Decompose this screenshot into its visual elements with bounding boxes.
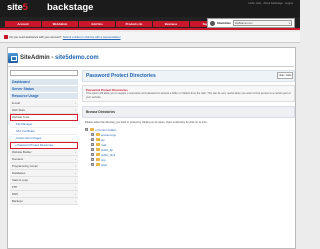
tree-item-label[interactable]: / (Current Folder) [95, 128, 116, 132]
browse-instructions: Please select the directory you wish to … [85, 121, 208, 124]
description-text: This option will allow you to require a … [86, 92, 291, 99]
tree-item-label[interactable]: www [101, 163, 107, 167]
chevron-right-icon: › [75, 192, 76, 196]
chevron-right-icon: › [75, 150, 76, 154]
sidebar-item[interactable]: Databases › [10, 170, 78, 177]
sidebar-item[interactable]: Domains › [10, 156, 78, 163]
folder-icon[interactable] [95, 133, 100, 136]
expand-icon[interactable]: + [91, 158, 94, 161]
sidebar-subitem[interactable]: File Manager [10, 121, 78, 128]
sidebar-item-label: Website Tools [12, 115, 30, 119]
tree-item-label[interactable]: public_html [101, 153, 115, 157]
nav-tab[interactable]: Business [153, 21, 189, 27]
expand-icon[interactable]: + [91, 138, 94, 141]
sidebar-item-label: Web Stats [12, 108, 25, 112]
brand-logo[interactable]: site5 [7, 3, 28, 13]
help-button[interactable]: Help / Hide [277, 72, 293, 79]
folder-icon[interactable] [89, 128, 94, 131]
sidebar-item-label: Stats & Logs [12, 178, 28, 182]
divider [8, 66, 294, 67]
folder-icon[interactable] [95, 158, 100, 161]
sidebar-item[interactable]: E-mail › [10, 100, 78, 107]
sidebar-section-link[interactable]: Dashboard [10, 79, 78, 86]
support-notice: Do you need assistance with your account… [0, 32, 300, 43]
folder-icon[interactable] [95, 148, 100, 151]
tree-item-label[interactable]: access-logs [101, 133, 116, 137]
sidebar-item[interactable]: Backups › [10, 198, 78, 205]
nav-tab[interactable]: Products Ho [116, 21, 152, 27]
expand-icon[interactable]: + [91, 153, 94, 156]
chevron-right-icon: › [75, 185, 76, 189]
sidebar-item-label: Domains [12, 157, 24, 161]
domain-select[interactable]: site5demo.com ▾ [232, 20, 292, 26]
nav-tab[interactable]: Add Ons [79, 21, 115, 27]
sidebar: Dashboard Server Status Resource Usage E-m… [10, 70, 78, 205]
sidebar-item-label: Website Builder [12, 150, 32, 154]
page-header: SiteAdmin - site5demo.com [8, 52, 99, 64]
nav-tab[interactable]: WebAdmin [42, 21, 78, 27]
chevron-right-icon: › [75, 157, 76, 161]
tree-item-label[interactable]: etc [101, 138, 105, 142]
user-label: SiteAdmin [217, 21, 231, 25]
top-links[interactable]: Hello, User · About backstage · Logout [248, 2, 293, 5]
directory-tree: + / (Current Folder) + access-logs + etc + mail… [85, 127, 116, 167]
main-panel: Password Protect Directories Help / Hide… [82, 70, 295, 249]
page-title: SiteAdmin - site5demo.com [20, 55, 99, 61]
sidebar-item-label: Programming Center [12, 164, 38, 168]
expand-icon[interactable]: + [91, 133, 94, 136]
sidebar-item-label: Backups [12, 199, 23, 203]
user-icon [210, 20, 215, 26]
expand-icon[interactable]: + [91, 148, 94, 151]
sidebar-item[interactable]: Website Builder › [10, 149, 78, 156]
chevron-right-icon: › [75, 115, 76, 119]
sidebar-section-link[interactable]: Server Status [10, 86, 78, 93]
nav-tab[interactable]: Account [5, 21, 41, 27]
expand-icon[interactable]: + [91, 143, 94, 146]
sidebar-search-input[interactable] [10, 70, 78, 76]
expand-icon[interactable]: + [85, 128, 88, 131]
expand-icon[interactable]: + [91, 163, 94, 166]
sidebar-section-link[interactable]: Resource Usage [10, 93, 78, 100]
folder-icon[interactable] [95, 138, 100, 141]
chevron-right-icon: › [75, 101, 76, 105]
sidebar-item[interactable]: Website Tools › [10, 114, 78, 121]
help-icon [4, 35, 8, 39]
chevron-right-icon: › [75, 171, 76, 175]
description-title: Password Protect Directories [86, 87, 128, 92]
sidebar-item-label: Databases [12, 171, 26, 175]
folder-icon[interactable] [95, 163, 100, 166]
domain-switcher: SiteAdmin site5demo.com ▾ [207, 18, 295, 28]
chevron-right-icon: › [75, 199, 76, 203]
tree-item-label[interactable]: mail [101, 143, 106, 147]
chevron-right-icon: › [75, 108, 76, 112]
sidebar-item[interactable]: Web Stats › [10, 107, 78, 114]
chevron-down-icon: ▾ [288, 22, 290, 25]
sidebar-item-label: FTP [12, 185, 18, 189]
chevron-right-icon: › [75, 164, 76, 168]
folder-icon[interactable] [95, 153, 100, 156]
sidebar-item[interactable]: Stats & Logs › [10, 177, 78, 184]
description-box: Password Protect Directories This option… [82, 85, 295, 102]
sidebar-subitem[interactable]: SSL Certificate [10, 128, 78, 135]
folder-icon[interactable] [95, 143, 100, 146]
sidebar-item[interactable]: DNS › [10, 191, 78, 198]
sidebar-item[interactable]: Programming Center › [10, 163, 78, 170]
notice-text: Do you need assistance with your account… [9, 35, 62, 39]
notice-link[interactable]: Submit a ticket or chat live with a repr… [63, 36, 121, 39]
tree-item-label[interactable]: public_ftp [101, 148, 113, 152]
tree-item-label[interactable]: tmp [101, 158, 106, 162]
tree-item[interactable]: + www [85, 162, 116, 167]
siteadmin-icon [8, 53, 18, 63]
panel-title: Password Protect Directories [82, 70, 295, 82]
chevron-right-icon: › [75, 178, 76, 182]
sidebar-subitem[interactable]: » Password Protect Directories [10, 142, 78, 149]
sidebar-item-label: E-mail [12, 101, 20, 105]
sidebar-item-label: DNS [12, 192, 18, 196]
sidebar-subitem[interactable]: Custom Error Pages [10, 135, 78, 142]
brand-logo-backstage: backstage [47, 2, 94, 13]
main-nav: Account WebAdmin Add Ons Products Ho Busines… [0, 17, 300, 30]
top-bar: site5 backstage Hello, User · About back… [0, 0, 300, 17]
sidebar-item[interactable]: FTP › [10, 184, 78, 191]
browse-header: Browse Directories [82, 106, 295, 118]
